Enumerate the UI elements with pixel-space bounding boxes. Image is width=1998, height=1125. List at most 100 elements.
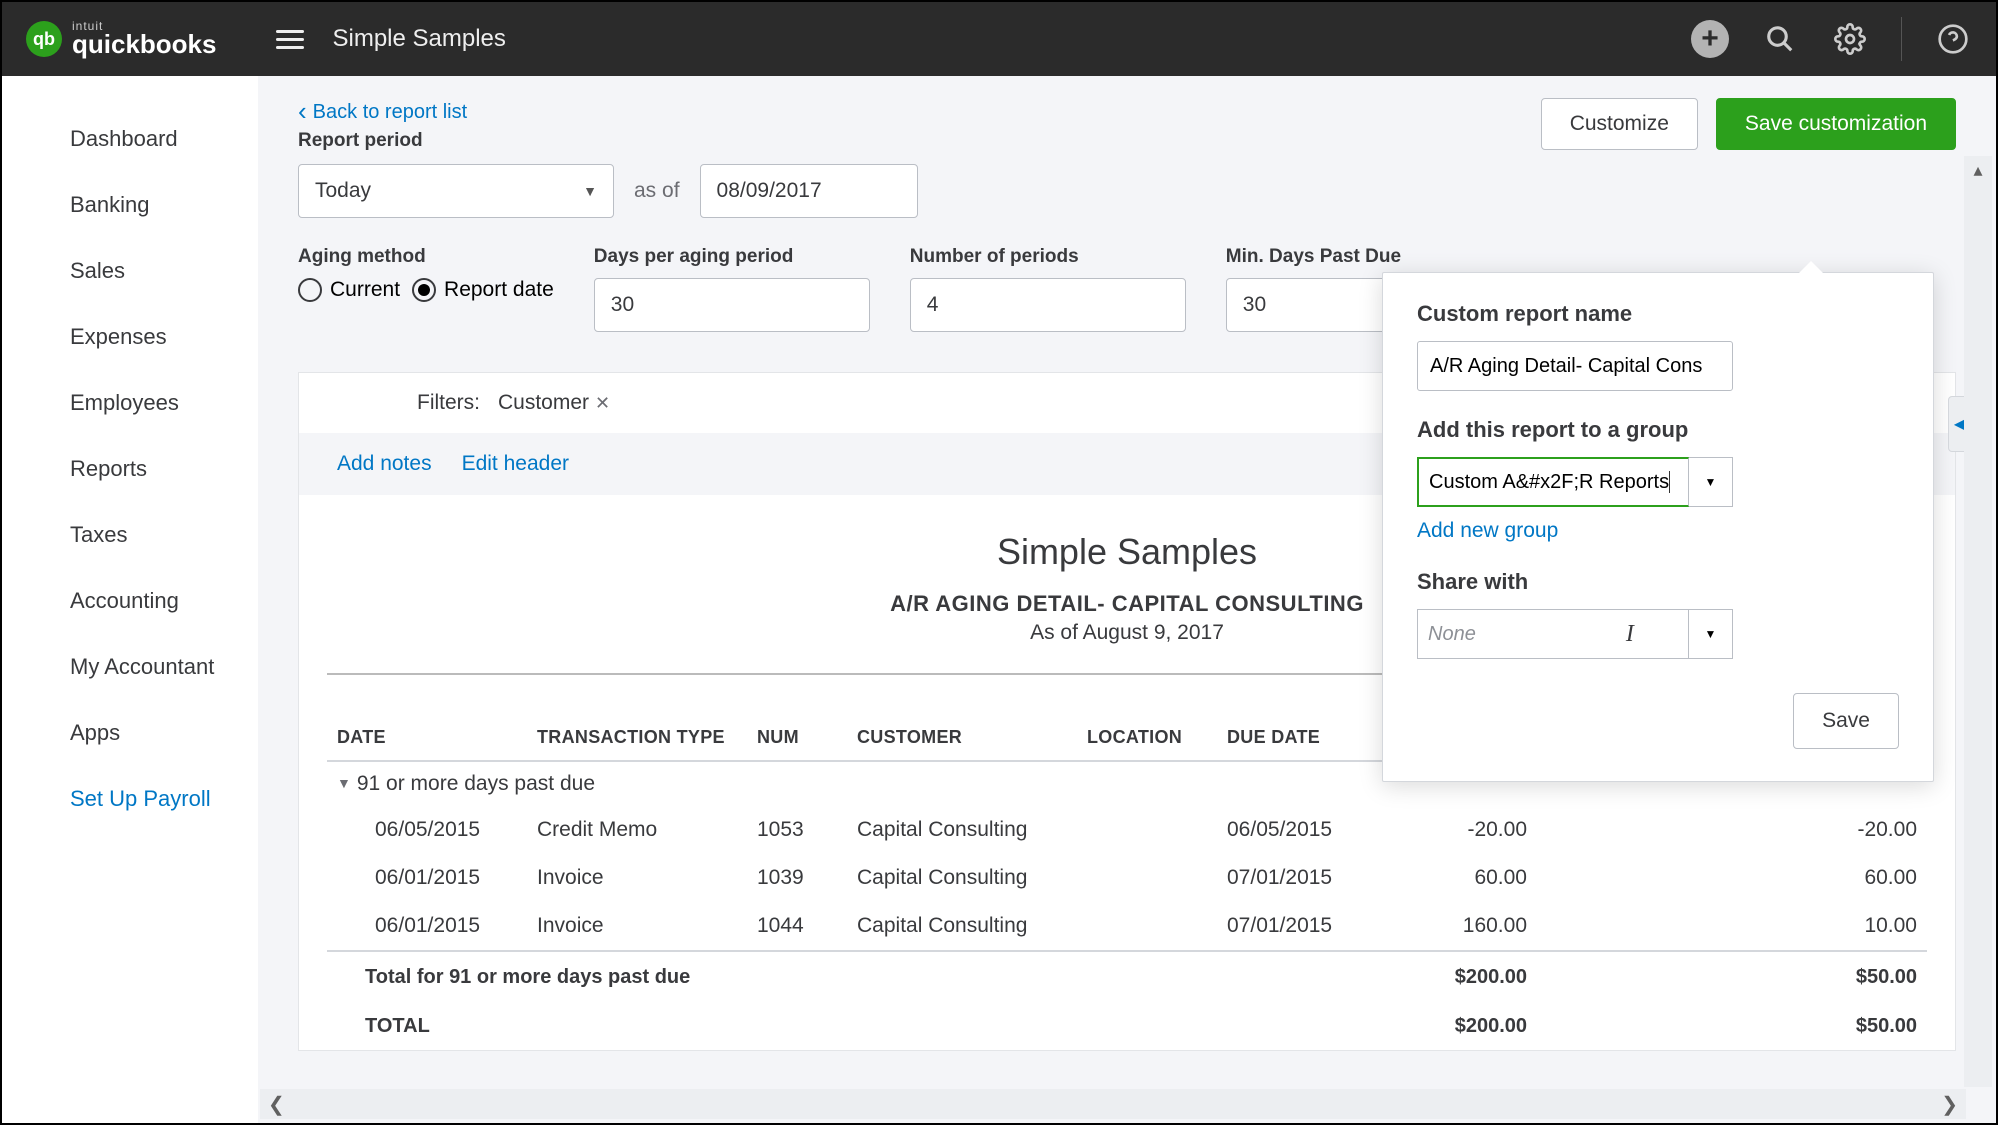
col-due[interactable]: DUE DATE <box>1217 715 1377 761</box>
sidebar-item-employees[interactable]: Employees <box>2 370 258 436</box>
period-select-value: Today <box>315 179 371 203</box>
as-of-date-input[interactable] <box>700 164 918 218</box>
search-button[interactable] <box>1761 20 1799 58</box>
add-new-group-link[interactable]: Add new group <box>1417 519 1558 543</box>
cell-location <box>1077 902 1217 951</box>
scroll-right-icon: ❯ <box>1941 1092 1958 1117</box>
cell-location <box>1077 806 1217 854</box>
table-row[interactable]: 06/01/2015 Invoice 1039 Capital Consulti… <box>327 854 1927 902</box>
cell-customer: Capital Consulting <box>847 902 1077 951</box>
cell-due: 06/05/2015 <box>1217 806 1377 854</box>
cell-type: Invoice <box>527 902 747 951</box>
edit-header-link[interactable]: Edit header <box>462 452 569 476</box>
days-per-label: Days per aging period <box>594 246 870 268</box>
subtotal-open: $50.00 <box>1537 951 1927 1003</box>
group-select-caret[interactable]: ▼ <box>1689 457 1733 507</box>
col-customer[interactable]: CUSTOMER <box>847 715 1077 761</box>
scroll-up-icon: ▴ <box>1973 160 1982 181</box>
brand-text: intuit quickbooks <box>72 19 216 60</box>
brand-name: quickbooks <box>72 29 216 59</box>
col-type[interactable]: TRANSACTION TYPE <box>527 715 747 761</box>
sidebar: Dashboard Banking Sales Expenses Employe… <box>2 76 258 1123</box>
back-link[interactable]: Back to report list <box>298 98 467 126</box>
group-select-value: Custom A&#x2F;R Reports <box>1417 457 1689 507</box>
scroll-left-icon: ❮ <box>268 1092 285 1117</box>
col-num[interactable]: NUM <box>747 715 847 761</box>
topbar-actions: + <box>1691 17 1972 61</box>
subtotal-amount: $200.00 <box>1377 951 1537 1003</box>
save-customization-button[interactable]: Save customization <box>1716 98 1956 150</box>
cell-num: 1053 <box>747 806 847 854</box>
cell-location <box>1077 854 1217 902</box>
sidebar-item-sales[interactable]: Sales <box>2 238 258 304</box>
sidebar-item-my-accountant[interactable]: My Accountant <box>2 634 258 700</box>
period-select[interactable]: Today ▼ <box>298 164 614 218</box>
cell-date: 06/01/2015 <box>327 902 527 951</box>
cell-date: 06/05/2015 <box>327 806 527 854</box>
customize-button[interactable]: Customize <box>1541 98 1698 150</box>
vertical-scrollbar[interactable]: ▴ <box>1964 156 1992 1087</box>
sidebar-item-accounting[interactable]: Accounting <box>2 568 258 634</box>
table-row[interactable]: 06/05/2015 Credit Memo 1053 Capital Cons… <box>327 806 1927 854</box>
back-link-text: Back to report list <box>313 101 468 124</box>
table-row[interactable]: 06/01/2015 Invoice 1044 Capital Consulti… <box>327 902 1927 951</box>
sidebar-item-reports[interactable]: Reports <box>2 436 258 502</box>
cell-open: 10.00 <box>1537 902 1927 951</box>
caret-down-icon: ▼ <box>583 183 597 199</box>
popover-save-button[interactable]: Save <box>1793 693 1899 749</box>
save-customization-popover: Custom report name Add this report to a … <box>1382 272 1934 782</box>
cell-due: 07/01/2015 <box>1217 854 1377 902</box>
top-bar: qb intuit quickbooks Simple Samples + <box>2 2 1996 76</box>
cell-amount: -20.00 <box>1377 806 1537 854</box>
help-button[interactable] <box>1934 20 1972 58</box>
create-button[interactable]: + <box>1691 20 1729 58</box>
brand-badge: qb <box>26 21 62 57</box>
cell-open: -20.00 <box>1537 806 1927 854</box>
share-with-label: Share with <box>1417 569 1899 595</box>
content-area: Back to report list Report period Today … <box>258 76 1996 1123</box>
caret-down-icon: ▼ <box>1705 475 1717 489</box>
radio-report-date[interactable] <box>412 278 436 302</box>
col-location[interactable]: LOCATION <box>1077 715 1217 761</box>
num-periods-label: Number of periods <box>910 246 1186 268</box>
divider <box>1901 17 1902 61</box>
add-notes-link[interactable]: Add notes <box>337 452 432 476</box>
triangle-down-icon: ▼ <box>337 775 351 791</box>
cell-customer: Capital Consulting <box>847 854 1077 902</box>
min-days-label: Min. Days Past Due <box>1226 246 1420 268</box>
grand-open: $50.00 <box>1537 1003 1927 1050</box>
num-periods-input[interactable] <box>910 278 1186 332</box>
cell-due: 07/01/2015 <box>1217 902 1377 951</box>
share-with-caret[interactable]: ▼ <box>1689 609 1733 659</box>
cell-num: 1044 <box>747 902 847 951</box>
custom-name-label: Custom report name <box>1417 301 1899 327</box>
cell-customer: Capital Consulting <box>847 806 1077 854</box>
horizontal-scrollbar[interactable]: ❮ ❯ <box>260 1089 1966 1119</box>
cell-type: Invoice <box>527 854 747 902</box>
sidebar-item-apps[interactable]: Apps <box>2 700 258 766</box>
sidebar-item-set-up-payroll[interactable]: Set Up Payroll <box>2 766 258 832</box>
app-window: qb intuit quickbooks Simple Samples + Da… <box>0 0 1998 1125</box>
hamburger-icon[interactable] <box>276 30 304 49</box>
cell-amount: 160.00 <box>1377 902 1537 951</box>
cell-open: 60.00 <box>1537 854 1927 902</box>
sidebar-item-banking[interactable]: Banking <box>2 172 258 238</box>
section-label: 91 or more days past due <box>357 772 595 795</box>
cell-date: 06/01/2015 <box>327 854 527 902</box>
sidebar-item-expenses[interactable]: Expenses <box>2 304 258 370</box>
remove-filter-icon[interactable]: ✕ <box>595 393 610 414</box>
gear-icon <box>1834 23 1866 55</box>
radio-current[interactable] <box>298 278 322 302</box>
group-select[interactable]: Custom A&#x2F;R Reports ▼ <box>1417 457 1733 507</box>
filter-chip-customer: Customer <box>498 391 589 415</box>
sidebar-item-taxes[interactable]: Taxes <box>2 502 258 568</box>
radio-report-date-label: Report date <box>444 278 554 302</box>
days-per-input[interactable] <box>594 278 870 332</box>
settings-button[interactable] <box>1831 20 1869 58</box>
col-date[interactable]: DATE <box>327 715 527 761</box>
filters-label: Filters: <box>417 391 480 415</box>
sidebar-item-dashboard[interactable]: Dashboard <box>2 106 258 172</box>
custom-name-input[interactable] <box>1417 341 1733 391</box>
grand-amount: $200.00 <box>1377 1003 1537 1050</box>
share-with-select[interactable]: NoneI ▼ <box>1417 609 1733 659</box>
